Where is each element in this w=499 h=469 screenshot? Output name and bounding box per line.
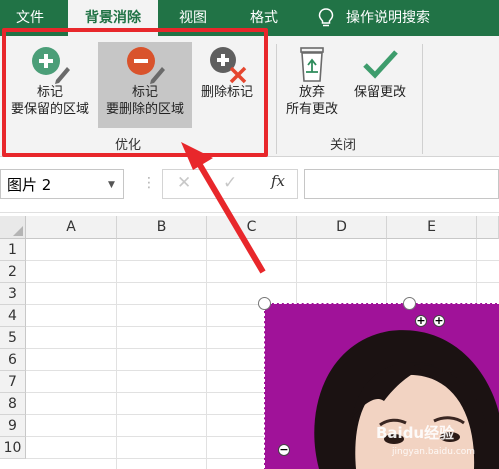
row-header[interactable]: 4: [0, 305, 26, 327]
gridline: [206, 239, 207, 469]
group-label-close: 关闭: [330, 138, 357, 153]
tell-me-search[interactable]: 操作说明搜索: [318, 0, 430, 36]
row-header[interactable]: 9: [0, 415, 26, 437]
watermark-brand: Baidu经验: [376, 424, 455, 442]
keep-mark-icon[interactable]: +: [433, 315, 445, 327]
select-all-corner[interactable]: [0, 216, 26, 239]
column-header[interactable]: E: [387, 216, 477, 239]
formula-bar: 图片 2 ▼ ⋮ ✕ ✓ fx: [0, 157, 499, 213]
column-header-partial[interactable]: [477, 216, 499, 239]
group-separator: [276, 44, 277, 154]
keep-changes-button[interactable]: 保留更改: [346, 44, 414, 126]
keep-mark-icon[interactable]: +: [415, 315, 427, 327]
row-header[interactable]: 7: [0, 371, 26, 393]
row-header[interactable]: 5: [0, 327, 26, 349]
watermark-url: jingyan.baidu.com: [392, 447, 476, 457]
row-header[interactable]: 2: [0, 261, 26, 283]
discard-label-2: 所有更改: [285, 102, 338, 117]
resize-handle[interactable]: [258, 297, 271, 310]
enter-icon[interactable]: ✓: [223, 173, 237, 193]
group-separator: [422, 44, 423, 154]
name-box[interactable]: 图片 2 ▼: [0, 169, 124, 199]
picture-selection-border: [264, 303, 499, 469]
row-header[interactable]: 1: [0, 239, 26, 261]
cancel-icon[interactable]: ✕: [177, 173, 191, 193]
drag-handle-icon[interactable]: ⋮: [142, 175, 156, 191]
gridline: [116, 239, 117, 469]
row-header[interactable]: 6: [0, 349, 26, 371]
discard-label-1: 放弃: [298, 85, 325, 100]
column-header[interactable]: C: [207, 216, 297, 239]
row-header[interactable]: 8: [0, 393, 26, 415]
insert-function-button[interactable]: fx: [271, 172, 285, 190]
keep-changes-label: 保留更改: [353, 85, 406, 100]
tell-me-label: 操作说明搜索: [346, 10, 430, 26]
highlight-box: [2, 28, 268, 157]
remove-mark-icon[interactable]: −: [278, 444, 290, 456]
gridline: [26, 282, 499, 283]
formula-input[interactable]: [304, 169, 499, 199]
column-header[interactable]: D: [297, 216, 387, 239]
discard-changes-button[interactable]: 放弃 所有更改: [280, 44, 344, 126]
green-checkmark-icon: [363, 50, 398, 79]
gridline: [26, 260, 499, 261]
formula-buttons: ✕ ✓ fx: [162, 169, 298, 199]
lightbulb-icon: [318, 8, 334, 27]
row-header[interactable]: 3: [0, 283, 26, 305]
name-box-value: 图片 2: [7, 176, 52, 194]
column-header[interactable]: A: [26, 216, 117, 239]
recycle-bin-icon: [300, 47, 324, 82]
chevron-down-icon[interactable]: ▼: [108, 180, 115, 190]
resize-handle[interactable]: [403, 297, 416, 310]
row-header[interactable]: 10: [0, 437, 26, 459]
column-header[interactable]: B: [117, 216, 207, 239]
